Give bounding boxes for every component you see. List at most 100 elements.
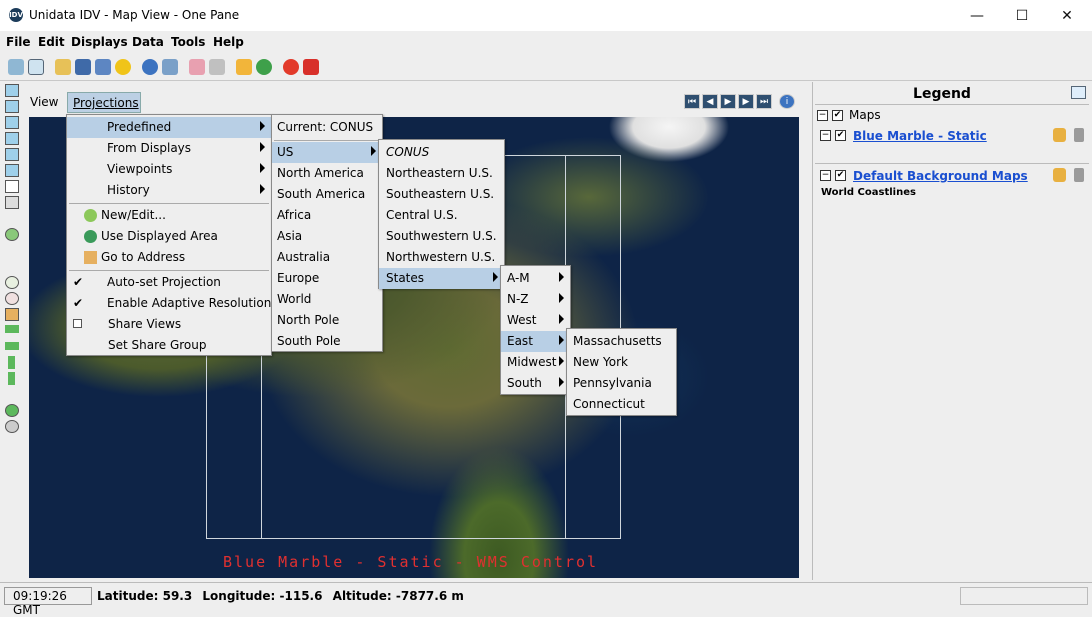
menu-item-north-pole[interactable]: North Pole [272, 310, 382, 331]
pan-up-icon[interactable] [8, 356, 15, 369]
menu-item-africa[interactable]: Africa [272, 205, 382, 226]
globe-icon[interactable] [256, 59, 272, 75]
save-as-icon[interactable] [95, 59, 111, 75]
menu-item-australia[interactable]: Australia [272, 247, 382, 268]
menu-item-south-america[interactable]: South America [272, 184, 382, 205]
menu-item-pennsylvania[interactable]: Pennsylvania [567, 373, 676, 394]
minimize-button[interactable]: — [954, 0, 1000, 31]
view-west-icon[interactable] [5, 164, 19, 177]
save-icon[interactable] [75, 59, 91, 75]
pan-left-icon[interactable] [5, 325, 19, 333]
menu-displays[interactable]: Displays [71, 35, 128, 49]
view-east-icon[interactable] [5, 132, 19, 145]
new-window-icon[interactable] [28, 59, 44, 75]
menu-item-states[interactable]: States [379, 268, 504, 289]
remove-all-icon[interactable] [303, 59, 319, 75]
menu-item-southwestern-us[interactable]: Southwestern U.S. [379, 226, 504, 247]
last-frame-icon[interactable]: ⏭ [756, 94, 772, 109]
projections-menu[interactable]: Projections [67, 92, 141, 113]
maximize-button[interactable]: ☐ [999, 0, 1045, 31]
menu-item-southeastern-us[interactable]: Southeastern U.S. [379, 184, 504, 205]
undo-icon[interactable] [5, 404, 19, 417]
menu-item-set-share-group[interactable]: Set Share Group [67, 335, 271, 356]
collapse-maps-icon[interactable]: − [817, 110, 828, 121]
menu-item-europe[interactable]: Europe [272, 268, 382, 289]
pencil-icon[interactable] [236, 59, 252, 75]
view-top-icon[interactable] [5, 84, 19, 97]
view-south-icon[interactable] [5, 148, 19, 161]
reset-view-icon[interactable] [5, 228, 19, 241]
menu-item-central-us[interactable]: Central U.S. [379, 205, 504, 226]
background-maps-layer-link[interactable]: Default Background Maps [853, 169, 1028, 183]
favorites-star-icon[interactable] [115, 59, 131, 75]
collapse-blue-marble-icon[interactable]: − [820, 130, 831, 141]
help-icon[interactable] [142, 59, 158, 75]
redo-icon[interactable] [5, 420, 19, 433]
menu-item-viewpoints[interactable]: Viewpoints [67, 159, 271, 180]
maps-visible-checkbox[interactable]: ✔ [832, 110, 843, 121]
menu-item-south[interactable]: South [501, 373, 570, 394]
menu-item-predefined[interactable]: Predefined [67, 117, 271, 138]
send-email-icon[interactable] [162, 59, 178, 75]
menu-item-go-to-address[interactable]: Go to Address [67, 247, 271, 268]
menu-edit[interactable]: Edit [38, 35, 65, 49]
step-forward-icon[interactable]: ▶ [738, 94, 754, 109]
lock-icon[interactable] [1053, 168, 1066, 182]
menu-item-n-z[interactable]: N-Z [501, 289, 570, 310]
lock-icon[interactable] [1053, 128, 1066, 142]
close-button[interactable]: ✕ [1044, 0, 1090, 31]
animation-info-icon[interactable]: i [779, 94, 795, 109]
menu-item-midwest[interactable]: Midwest [501, 352, 570, 373]
zoom-in-icon[interactable] [5, 276, 19, 289]
menu-item-world[interactable]: World [272, 289, 382, 310]
blue-marble-layer-link[interactable]: Blue Marble - Static [853, 129, 987, 143]
menu-item-west[interactable]: West [501, 310, 570, 331]
view-menu[interactable]: View [30, 95, 58, 109]
menu-file[interactable]: File [6, 35, 31, 49]
menu-item-adaptive-resolution[interactable]: ✔ Enable Adaptive Resolution [67, 293, 271, 314]
delete-trash-icon[interactable] [1074, 168, 1084, 182]
data-chooser-icon[interactable] [8, 59, 24, 75]
collapse-background-maps-icon[interactable]: − [820, 170, 831, 181]
eraser-icon[interactable] [189, 59, 205, 75]
menu-item-asia[interactable]: Asia [272, 226, 382, 247]
menu-item-conus[interactable]: CONUS [379, 142, 504, 163]
stop-icon[interactable] [283, 59, 299, 75]
view-north-icon[interactable] [5, 116, 19, 129]
menu-data[interactable]: Data [132, 35, 164, 49]
menu-item-from-displays[interactable]: From Displays [67, 138, 271, 159]
legend-float-icon[interactable] [1071, 86, 1086, 99]
blue-marble-visible-checkbox[interactable]: ✔ [835, 130, 846, 141]
menu-item-use-displayed-area[interactable]: Use Displayed Area [67, 226, 271, 247]
menu-item-auto-set-projection[interactable]: ✔ Auto-set Projection [67, 272, 271, 293]
menu-item-south-pole[interactable]: South Pole [272, 331, 382, 352]
menu-help[interactable]: Help [213, 35, 244, 49]
step-back-icon[interactable]: ◀ [702, 94, 718, 109]
home-icon[interactable] [5, 308, 19, 321]
menu-item-north-america[interactable]: North America [272, 163, 382, 184]
first-frame-icon[interactable]: ⏮ [684, 94, 700, 109]
pan-right-icon[interactable] [5, 342, 19, 350]
menu-tools[interactable]: Tools [171, 35, 205, 49]
perspective-icon[interactable] [5, 180, 19, 193]
menu-item-east[interactable]: East [501, 331, 570, 352]
menu-item-new-edit[interactable]: New/Edit... [67, 205, 271, 226]
pan-down-icon[interactable] [8, 372, 15, 385]
background-maps-visible-checkbox[interactable]: ✔ [835, 170, 846, 181]
menu-item-current-conus[interactable]: Current: CONUS [272, 117, 382, 138]
cut-scissors-icon[interactable] [209, 59, 225, 75]
menu-item-connecticut[interactable]: Connecticut [567, 394, 676, 415]
menu-item-massachusetts[interactable]: Massachusetts [567, 331, 676, 352]
menu-item-share-views[interactable]: Share Views [67, 314, 271, 335]
menu-item-history[interactable]: History [67, 180, 271, 201]
menu-item-northeastern-us[interactable]: Northeastern U.S. [379, 163, 504, 184]
view-bottom-icon[interactable] [5, 100, 19, 113]
menu-item-new-york[interactable]: New York [567, 352, 676, 373]
menu-item-us[interactable]: US [272, 142, 382, 163]
delete-trash-icon[interactable] [1074, 128, 1084, 142]
menu-item-northwestern-us[interactable]: Northwestern U.S. [379, 247, 504, 268]
menu-item-a-m[interactable]: A-M [501, 268, 570, 289]
open-folder-icon[interactable] [55, 59, 71, 75]
play-icon[interactable]: ▶ [720, 94, 736, 109]
rotate-icon[interactable] [5, 196, 19, 209]
